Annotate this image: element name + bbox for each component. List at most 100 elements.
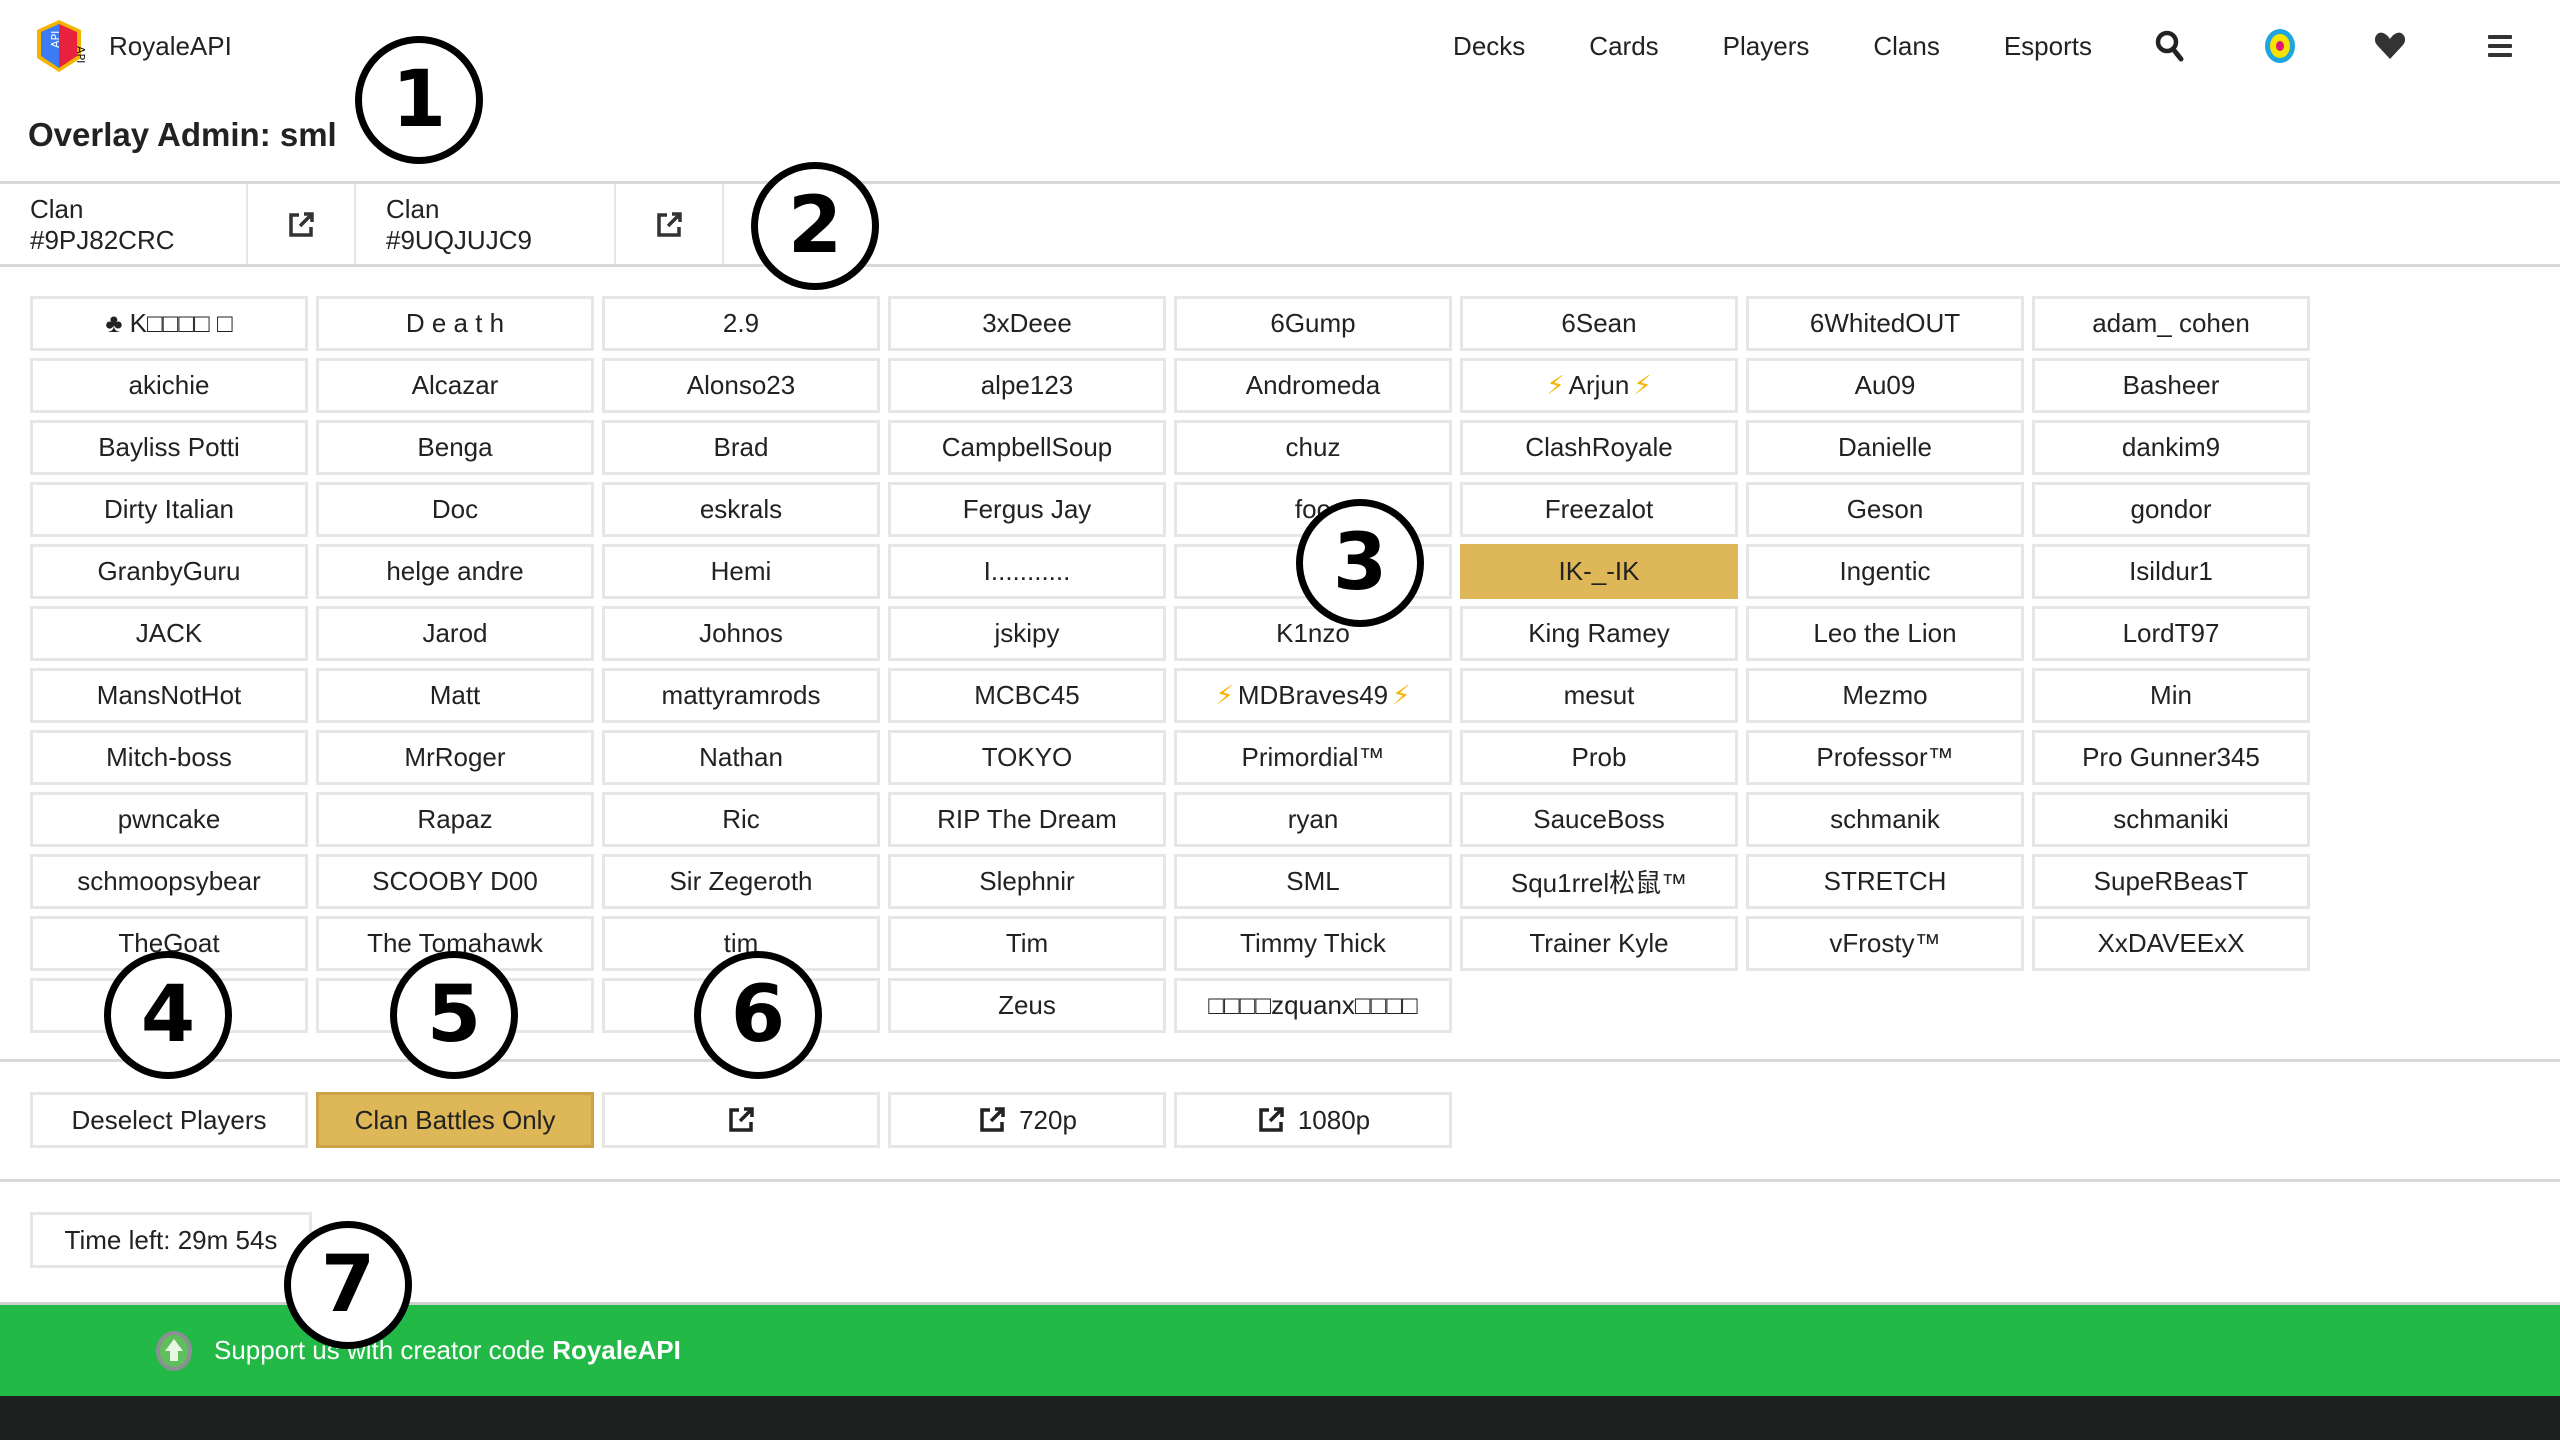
player-toggle[interactable]: Benga (316, 420, 594, 475)
player-toggle[interactable]: ClashRoyale (1460, 420, 1738, 475)
player-toggle[interactable]: jskipy (888, 606, 1166, 661)
player-toggle[interactable]: Mezmo (1746, 668, 2024, 723)
player-toggle[interactable]: XxDAVEExX (2032, 916, 2310, 971)
player-toggle[interactable]: Zeus (888, 978, 1166, 1033)
player-toggle[interactable]: 6Gump (1174, 296, 1452, 351)
player-toggle[interactable]: chuz (1174, 420, 1452, 475)
player-toggle[interactable]: Doc (316, 482, 594, 537)
player-toggle[interactable]: alpe123 (888, 358, 1166, 413)
player-toggle[interactable]: Fergus Jay (888, 482, 1166, 537)
nav-clans[interactable]: Clans (1873, 31, 1939, 62)
player-toggle[interactable]: akichie (30, 358, 308, 413)
player-toggle[interactable]: adam_ cohen (2032, 296, 2310, 351)
player-toggle[interactable]: Alcazar (316, 358, 594, 413)
heart-icon[interactable] (2372, 28, 2408, 64)
player-toggle[interactable]: Leo the Lion (1746, 606, 2024, 661)
player-toggle[interactable]: Dirty Italian (30, 482, 308, 537)
player-toggle[interactable]: I........... (888, 544, 1166, 599)
player-toggle[interactable]: Sir Zegeroth (602, 854, 880, 909)
player-toggle[interactable]: Nathan (602, 730, 880, 785)
player-toggle[interactable]: King Ramey (1460, 606, 1738, 661)
player-toggle[interactable]: ryan (1174, 792, 1452, 847)
player-toggle[interactable]: gondor (2032, 482, 2310, 537)
nav-decks[interactable]: Decks (1453, 31, 1525, 62)
player-toggle[interactable]: JACK (30, 606, 308, 661)
player-toggle[interactable]: 2.9 (602, 296, 880, 351)
player-toggle[interactable]: Min (2032, 668, 2310, 723)
player-toggle[interactable]: ⚡ MDBraves49 ⚡ (1174, 668, 1452, 723)
player-toggle[interactable]: Slephnir (888, 854, 1166, 909)
player-toggle[interactable]: RIP The Dream (888, 792, 1166, 847)
player-toggle[interactable]: Timmy Thick (1174, 916, 1452, 971)
player-toggle[interactable]: Au09 (1746, 358, 2024, 413)
player-toggle[interactable]: CampbellSoup (888, 420, 1166, 475)
player-toggle[interactable]: Pro Gunner345 (2032, 730, 2310, 785)
player-toggle[interactable]: MCBC45 (888, 668, 1166, 723)
deselect-players-button[interactable]: Deselect Players (30, 1092, 308, 1148)
search-icon[interactable] (2152, 28, 2188, 64)
player-toggle[interactable]: Geson (1746, 482, 2024, 537)
theme-target-icon[interactable] (2262, 28, 2298, 64)
nav-esports[interactable]: Esports (2004, 31, 2092, 62)
player-toggle[interactable]: Bayliss Potti (30, 420, 308, 475)
player-toggle[interactable]: Prob (1460, 730, 1738, 785)
open-overlay-button[interactable] (602, 1092, 880, 1148)
player-toggle[interactable]: □□□□zquanx□□□□ (1174, 978, 1452, 1033)
player-toggle[interactable]: Jarod (316, 606, 594, 661)
player-toggle[interactable]: mattyramrods (602, 668, 880, 723)
player-toggle[interactable]: SCOOBY D00 (316, 854, 594, 909)
player-toggle[interactable]: Hemi (602, 544, 880, 599)
clan-battles-only-toggle[interactable]: Clan Battles Only (316, 1092, 594, 1148)
clan-2-external-link[interactable] (616, 184, 724, 265)
player-toggle[interactable]: Danielle (1746, 420, 2024, 475)
player-toggle[interactable]: schmanik (1746, 792, 2024, 847)
player-toggle[interactable]: GranbyGuru (30, 544, 308, 599)
brand-link[interactable]: API API RoyaleAPI (33, 18, 232, 74)
player-toggle[interactable]: schmoopsybear (30, 854, 308, 909)
nav-cards[interactable]: Cards (1589, 31, 1658, 62)
player-toggle[interactable]: 6WhitedOUT (1746, 296, 2024, 351)
player-toggle[interactable]: Johnos (602, 606, 880, 661)
player-toggle[interactable]: Primordial™ (1174, 730, 1452, 785)
player-toggle[interactable]: ♣ K□□□□ □ (30, 296, 308, 351)
player-toggle[interactable]: Alonso23 (602, 358, 880, 413)
player-toggle[interactable]: TOKYO (888, 730, 1166, 785)
clan-tab-2[interactable]: Clan #9UQJUJC9 (356, 184, 616, 265)
open-overlay-720p-button[interactable]: 720p (888, 1092, 1166, 1148)
clan-1-external-link[interactable] (248, 184, 356, 265)
player-toggle[interactable]: Matt (316, 668, 594, 723)
player-toggle[interactable]: Isildur1 (2032, 544, 2310, 599)
player-toggle[interactable]: STRETCH (1746, 854, 2024, 909)
player-toggle[interactable]: mesut (1460, 668, 1738, 723)
player-toggle[interactable]: SauceBoss (1460, 792, 1738, 847)
player-toggle[interactable]: Squ1rrel松鼠™ (1460, 854, 1738, 909)
player-toggle[interactable]: vFrosty™ (1746, 916, 2024, 971)
player-toggle[interactable]: helge andre (316, 544, 594, 599)
player-toggle[interactable]: D e a t h (316, 296, 594, 351)
clan-tab-1[interactable]: Clan #9PJ82CRC (0, 184, 248, 265)
player-toggle[interactable]: eskrals (602, 482, 880, 537)
player-toggle[interactable]: 3xDeee (888, 296, 1166, 351)
player-toggle[interactable]: Basheer (2032, 358, 2310, 413)
player-toggle[interactable]: MrRoger (316, 730, 594, 785)
player-toggle[interactable]: pwncake (30, 792, 308, 847)
menu-icon[interactable] (2482, 28, 2518, 64)
player-toggle[interactable]: schmaniki (2032, 792, 2310, 847)
player-toggle[interactable]: IK-_-IK (1460, 544, 1738, 599)
player-toggle[interactable]: MansNotHot (30, 668, 308, 723)
player-toggle[interactable]: ⚡ Arjun ⚡ (1460, 358, 1738, 413)
player-toggle[interactable]: Brad (602, 420, 880, 475)
open-overlay-1080p-button[interactable]: 1080p (1174, 1092, 1452, 1148)
player-toggle[interactable]: Mitch-boss (30, 730, 308, 785)
player-toggle[interactable]: Ingentic (1746, 544, 2024, 599)
player-toggle[interactable]: Freezalot (1460, 482, 1738, 537)
player-toggle[interactable]: Professor™ (1746, 730, 2024, 785)
player-toggle[interactable]: SML (1174, 854, 1452, 909)
player-toggle[interactable]: Trainer Kyle (1460, 916, 1738, 971)
player-toggle[interactable]: Andromeda (1174, 358, 1452, 413)
player-toggle[interactable]: K1nzo (1174, 606, 1452, 661)
player-toggle[interactable]: Ric (602, 792, 880, 847)
player-toggle[interactable]: LordT97 (2032, 606, 2310, 661)
nav-players[interactable]: Players (1723, 31, 1810, 62)
player-toggle[interactable]: 6Sean (1460, 296, 1738, 351)
